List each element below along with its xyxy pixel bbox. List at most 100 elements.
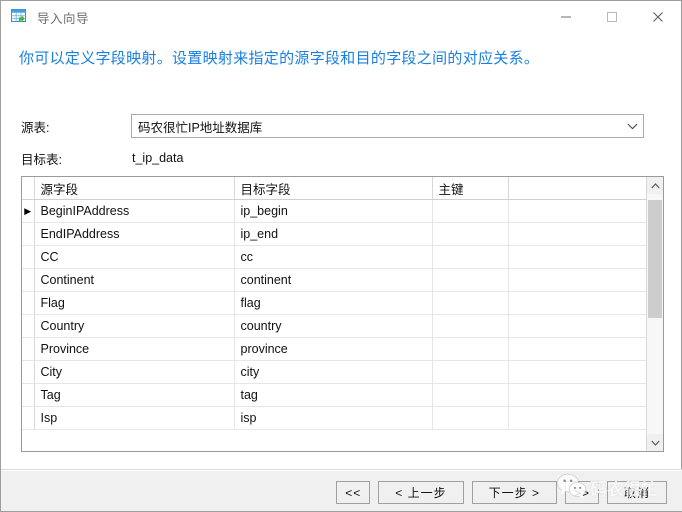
row-indicator (22, 245, 35, 269)
scroll-up-icon[interactable] (647, 177, 663, 194)
cell-filler (508, 222, 646, 246)
last-button[interactable]: >> (564, 481, 599, 504)
cell-primary-key[interactable] (432, 245, 509, 269)
cell-source-field[interactable]: City (34, 360, 235, 384)
cell-filler (508, 383, 646, 407)
cell-primary-key[interactable] (432, 222, 509, 246)
cell-primary-key[interactable] (432, 314, 509, 338)
table-header-row: 源字段 目标字段 主键 (22, 177, 646, 200)
import-table-icon (10, 7, 30, 27)
row-indicator: ▶ (22, 199, 35, 223)
source-table-label: 源表: (21, 120, 50, 135)
target-table-row: 目标表: t_ip_data (1, 145, 682, 171)
cell-target-field[interactable]: continent (234, 268, 433, 292)
cell-target-field[interactable]: ip_begin (234, 199, 433, 223)
field-mapping-grid: 源字段 目标字段 主键 ▶ BeginIPAddress ip_begin En… (21, 176, 664, 452)
cell-target-field[interactable]: city (234, 360, 433, 384)
maximize-icon (607, 12, 617, 22)
chevron-down-icon (621, 123, 643, 130)
previous-button[interactable]: < 上一步 (378, 481, 464, 504)
column-header-source[interactable]: 源字段 (34, 177, 235, 200)
row-indicator (22, 268, 35, 292)
row-indicator (22, 360, 35, 384)
source-table-row: 源表: 码农很忙IP地址数据库 (1, 113, 682, 139)
cell-source-field[interactable]: Isp (34, 406, 235, 430)
cell-source-field[interactable]: EndIPAddress (34, 222, 235, 246)
scrollbar-thumb[interactable] (648, 200, 662, 318)
title-bar: 导入向导 (1, 1, 681, 33)
row-indicator (22, 406, 35, 430)
cell-source-field[interactable]: Tag (34, 383, 235, 407)
row-indicator (22, 337, 35, 361)
table-row[interactable]: CC cc (22, 245, 646, 269)
cell-source-field[interactable]: Continent (34, 268, 235, 292)
row-indicator (22, 222, 35, 246)
target-table-value: t_ip_data (132, 151, 184, 165)
table-row[interactable]: Tag tag (22, 383, 646, 407)
mapping-table: 源字段 目标字段 主键 ▶ BeginIPAddress ip_begin En… (22, 177, 646, 430)
table-row[interactable]: Flag flag (22, 291, 646, 315)
cell-primary-key[interactable] (432, 268, 509, 292)
window-title: 导入向导 (37, 11, 90, 26)
table-row[interactable]: Country country (22, 314, 646, 338)
cell-filler (508, 268, 646, 292)
minimize-icon (561, 16, 571, 18)
cell-target-field[interactable]: tag (234, 383, 433, 407)
cell-filler (508, 291, 646, 315)
row-indicator (22, 291, 35, 315)
cell-source-field[interactable]: Country (34, 314, 235, 338)
cell-primary-key[interactable] (432, 360, 509, 384)
column-header-filler (508, 177, 646, 200)
wizard-navigation-buttons: << < 上一步 下一步 > >> 取消 (336, 481, 667, 504)
next-button[interactable]: 下一步 > (471, 481, 557, 504)
mapping-table-body: ▶ BeginIPAddress ip_begin EndIPAddress i… (22, 199, 646, 430)
close-icon (653, 12, 663, 22)
source-table-select[interactable]: 码农很忙IP地址数据库 (131, 114, 644, 138)
source-table-value: 码农很忙IP地址数据库 (138, 120, 263, 135)
scrollbar-track[interactable] (647, 194, 663, 434)
cell-primary-key[interactable] (432, 291, 509, 315)
cell-target-field[interactable]: cc (234, 245, 433, 269)
row-indicator (22, 383, 35, 407)
cell-primary-key[interactable] (432, 199, 509, 223)
grid-vertical-scrollbar[interactable] (646, 177, 663, 451)
cell-primary-key[interactable] (432, 383, 509, 407)
cell-primary-key[interactable] (432, 337, 509, 361)
cell-source-field[interactable]: Province (34, 337, 235, 361)
column-header-key[interactable]: 主键 (432, 177, 509, 200)
table-row[interactable]: Province province (22, 337, 646, 361)
cell-filler (508, 199, 646, 223)
table-selection-form: 源表: 码农很忙IP地址数据库 目标表: t_ip_data (1, 113, 682, 177)
table-row[interactable]: EndIPAddress ip_end (22, 222, 646, 246)
cell-source-field[interactable]: CC (34, 245, 235, 269)
grid-viewport: 源字段 目标字段 主键 ▶ BeginIPAddress ip_begin En… (22, 177, 646, 451)
window-controls (543, 1, 681, 33)
cell-source-field[interactable]: Flag (34, 291, 235, 315)
column-header-target[interactable]: 目标字段 (234, 177, 433, 200)
cell-target-field[interactable]: province (234, 337, 433, 361)
row-indicator-header (22, 177, 35, 200)
cell-target-field[interactable]: ip_end (234, 222, 433, 246)
wizard-description: 你可以定义字段映射。设置映射来指定的源字段和目的字段之间的对应关系。 (19, 50, 540, 67)
minimize-button[interactable] (543, 1, 589, 33)
first-button[interactable]: << (336, 481, 371, 504)
scroll-down-icon[interactable] (647, 434, 663, 451)
cell-filler (508, 337, 646, 361)
cell-filler (508, 360, 646, 384)
table-row[interactable]: Isp isp (22, 406, 646, 430)
table-row[interactable]: ▶ BeginIPAddress ip_begin (22, 199, 646, 223)
cancel-button[interactable]: 取消 (606, 481, 667, 504)
table-row[interactable]: Continent continent (22, 268, 646, 292)
target-table-label: 目标表: (21, 152, 62, 167)
cell-target-field[interactable]: flag (234, 291, 433, 315)
cell-source-field[interactable]: BeginIPAddress (34, 199, 235, 223)
cell-filler (508, 314, 646, 338)
cell-target-field[interactable]: isp (234, 406, 433, 430)
close-button[interactable] (635, 1, 681, 33)
cell-target-field[interactable]: country (234, 314, 433, 338)
maximize-button[interactable] (589, 1, 635, 33)
table-row[interactable]: City city (22, 360, 646, 384)
cell-filler (508, 406, 646, 430)
row-indicator (22, 314, 35, 338)
cell-primary-key[interactable] (432, 406, 509, 430)
